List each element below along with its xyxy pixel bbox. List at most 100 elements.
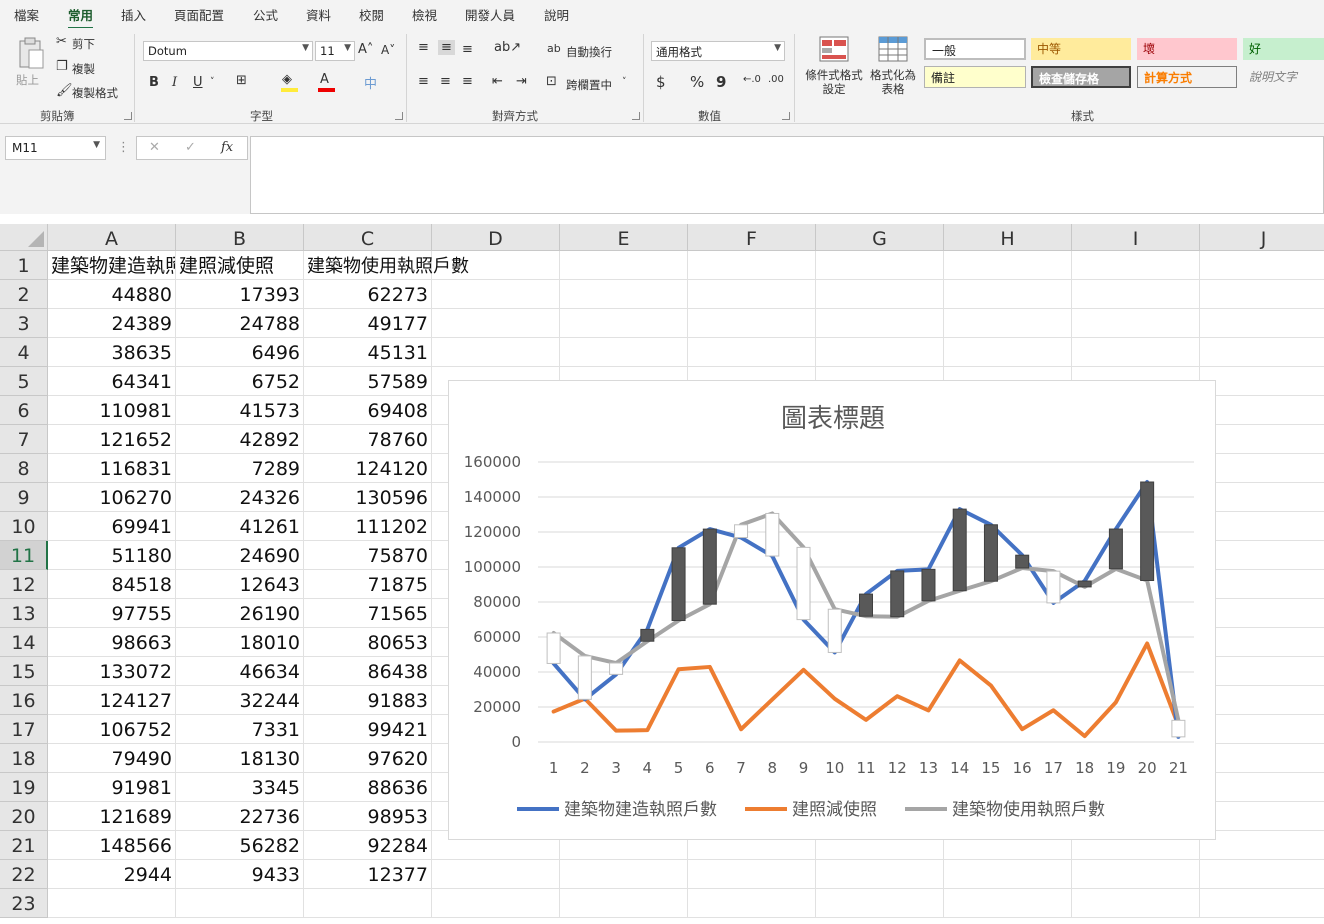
row-header-16[interactable]: 16 (0, 686, 48, 715)
cell-I4[interactable] (1072, 338, 1200, 367)
cell-B16[interactable]: 32244 (176, 686, 304, 715)
tab-page-layout[interactable]: 頁面配置 (174, 5, 224, 24)
row-header-7[interactable]: 7 (0, 425, 48, 454)
cell-B23[interactable] (176, 889, 304, 918)
percent-button[interactable]: % (690, 73, 704, 91)
column-header-C[interactable]: C (304, 224, 432, 251)
cell-C3[interactable]: 49177 (304, 309, 432, 338)
cell-C11[interactable]: 75870 (304, 541, 432, 570)
font-color-icon[interactable]: A (320, 72, 329, 87)
cell-C9[interactable]: 130596 (304, 483, 432, 512)
cell-H3[interactable] (944, 309, 1072, 338)
style-check-cell[interactable]: 檢查儲存格 (1031, 66, 1131, 88)
tab-insert[interactable]: 插入 (121, 5, 146, 24)
cell-I1[interactable] (1072, 251, 1200, 280)
cell-G22[interactable] (816, 860, 944, 889)
cell-J22[interactable] (1200, 860, 1324, 889)
insert-function-button[interactable]: fx (221, 140, 233, 155)
cell-B21[interactable]: 56282 (176, 831, 304, 860)
cell-G2[interactable] (816, 280, 944, 309)
cell-A20[interactable]: 121689 (48, 802, 176, 831)
wrap-text-button[interactable]: 自動換行 (566, 44, 612, 60)
column-header-A[interactable]: A (48, 224, 176, 251)
conditional-formatting-button[interactable]: 條件式格式 設定 (802, 36, 866, 102)
cell-A13[interactable]: 97755 (48, 599, 176, 628)
underline-button[interactable]: U (193, 75, 203, 90)
increase-indent-icon[interactable]: ⇥ (516, 74, 527, 89)
cell-B19[interactable]: 3345 (176, 773, 304, 802)
row-header-1[interactable]: 1 (0, 251, 48, 280)
cell-B20[interactable]: 22736 (176, 802, 304, 831)
cell-I22[interactable] (1072, 860, 1200, 889)
fill-color-icon[interactable]: ◈ (282, 72, 292, 87)
column-header-B[interactable]: B (176, 224, 304, 251)
cell-A14[interactable]: 98663 (48, 628, 176, 657)
merge-center-button[interactable]: 跨欄置中 (566, 77, 612, 93)
cell-J9[interactable] (1200, 483, 1324, 512)
align-center-icon[interactable]: ≡ (440, 74, 451, 89)
cell-C18[interactable]: 97620 (304, 744, 432, 773)
chart[interactable]: 圖表標題 0 20000 40000 60000 80000 100000 120000 140… (448, 380, 1216, 840)
cell-A16[interactable]: 124127 (48, 686, 176, 715)
cell-C5[interactable]: 57589 (304, 367, 432, 396)
cell-J11[interactable] (1200, 541, 1324, 570)
cell-F3[interactable] (688, 309, 816, 338)
cell-C17[interactable]: 99421 (304, 715, 432, 744)
cell-A3[interactable]: 24389 (48, 309, 176, 338)
cell-J20[interactable] (1200, 802, 1324, 831)
bold-button[interactable]: B (149, 75, 159, 90)
cell-F23[interactable] (688, 889, 816, 918)
row-header-2[interactable]: 2 (0, 280, 48, 309)
cell-J7[interactable] (1200, 425, 1324, 454)
cell-B9[interactable]: 24326 (176, 483, 304, 512)
cell-A11[interactable]: 51180 (48, 541, 176, 570)
row-header-11[interactable]: 11 (0, 541, 48, 570)
cell-G23[interactable] (816, 889, 944, 918)
cell-B5[interactable]: 6752 (176, 367, 304, 396)
enter-icon[interactable]: ✓ (185, 140, 196, 155)
tab-view[interactable]: 檢視 (412, 5, 437, 24)
number-format-select[interactable]: 通用格式 ▼ (651, 41, 785, 61)
cell-A22[interactable]: 2944 (48, 860, 176, 889)
cell-A15[interactable]: 133072 (48, 657, 176, 686)
cell-E23[interactable] (560, 889, 688, 918)
cell-F2[interactable] (688, 280, 816, 309)
row-header-10[interactable]: 10 (0, 512, 48, 541)
cell-G3[interactable] (816, 309, 944, 338)
row-header-21[interactable]: 21 (0, 831, 48, 860)
cell-A7[interactable]: 121652 (48, 425, 176, 454)
cell-G4[interactable] (816, 338, 944, 367)
cell-C22[interactable]: 12377 (304, 860, 432, 889)
cell-J23[interactable] (1200, 889, 1324, 918)
cell-C13[interactable]: 71565 (304, 599, 432, 628)
cell-A1[interactable]: 建築物建造執照戶數 (48, 251, 176, 280)
cell-D22[interactable] (432, 860, 560, 889)
row-header-20[interactable]: 20 (0, 802, 48, 831)
scissors-icon[interactable]: ✂ (56, 34, 67, 49)
cell-G1[interactable] (816, 251, 944, 280)
row-header-22[interactable]: 22 (0, 860, 48, 889)
column-header-D[interactable]: D (432, 224, 560, 251)
alignment-launcher-icon[interactable] (632, 112, 640, 120)
column-header-F[interactable]: F (688, 224, 816, 251)
cell-I2[interactable] (1072, 280, 1200, 309)
column-header-I[interactable]: I (1072, 224, 1200, 251)
merge-center-icon[interactable]: ⊡ (546, 74, 557, 89)
style-good[interactable]: 好 (1243, 38, 1324, 60)
align-middle-icon[interactable]: ≡ (438, 40, 455, 55)
align-left-icon[interactable]: ≡ (418, 74, 429, 89)
cell-A8[interactable]: 116831 (48, 454, 176, 483)
row-header-14[interactable]: 14 (0, 628, 48, 657)
cell-E22[interactable] (560, 860, 688, 889)
cell-C15[interactable]: 86438 (304, 657, 432, 686)
tab-help[interactable]: 說明 (544, 5, 569, 24)
cell-E4[interactable] (560, 338, 688, 367)
cell-B7[interactable]: 42892 (176, 425, 304, 454)
copy-button[interactable]: 複製 (72, 61, 95, 77)
cell-C1[interactable]: 建築物使用執照戶數 (304, 251, 469, 280)
cell-J19[interactable] (1200, 773, 1324, 802)
style-note[interactable]: 備註 (924, 66, 1026, 88)
more-options-icon[interactable]: ⋮ (117, 140, 130, 155)
chevron-down-icon[interactable]: ˅ (210, 77, 215, 87)
cell-B12[interactable]: 12643 (176, 570, 304, 599)
